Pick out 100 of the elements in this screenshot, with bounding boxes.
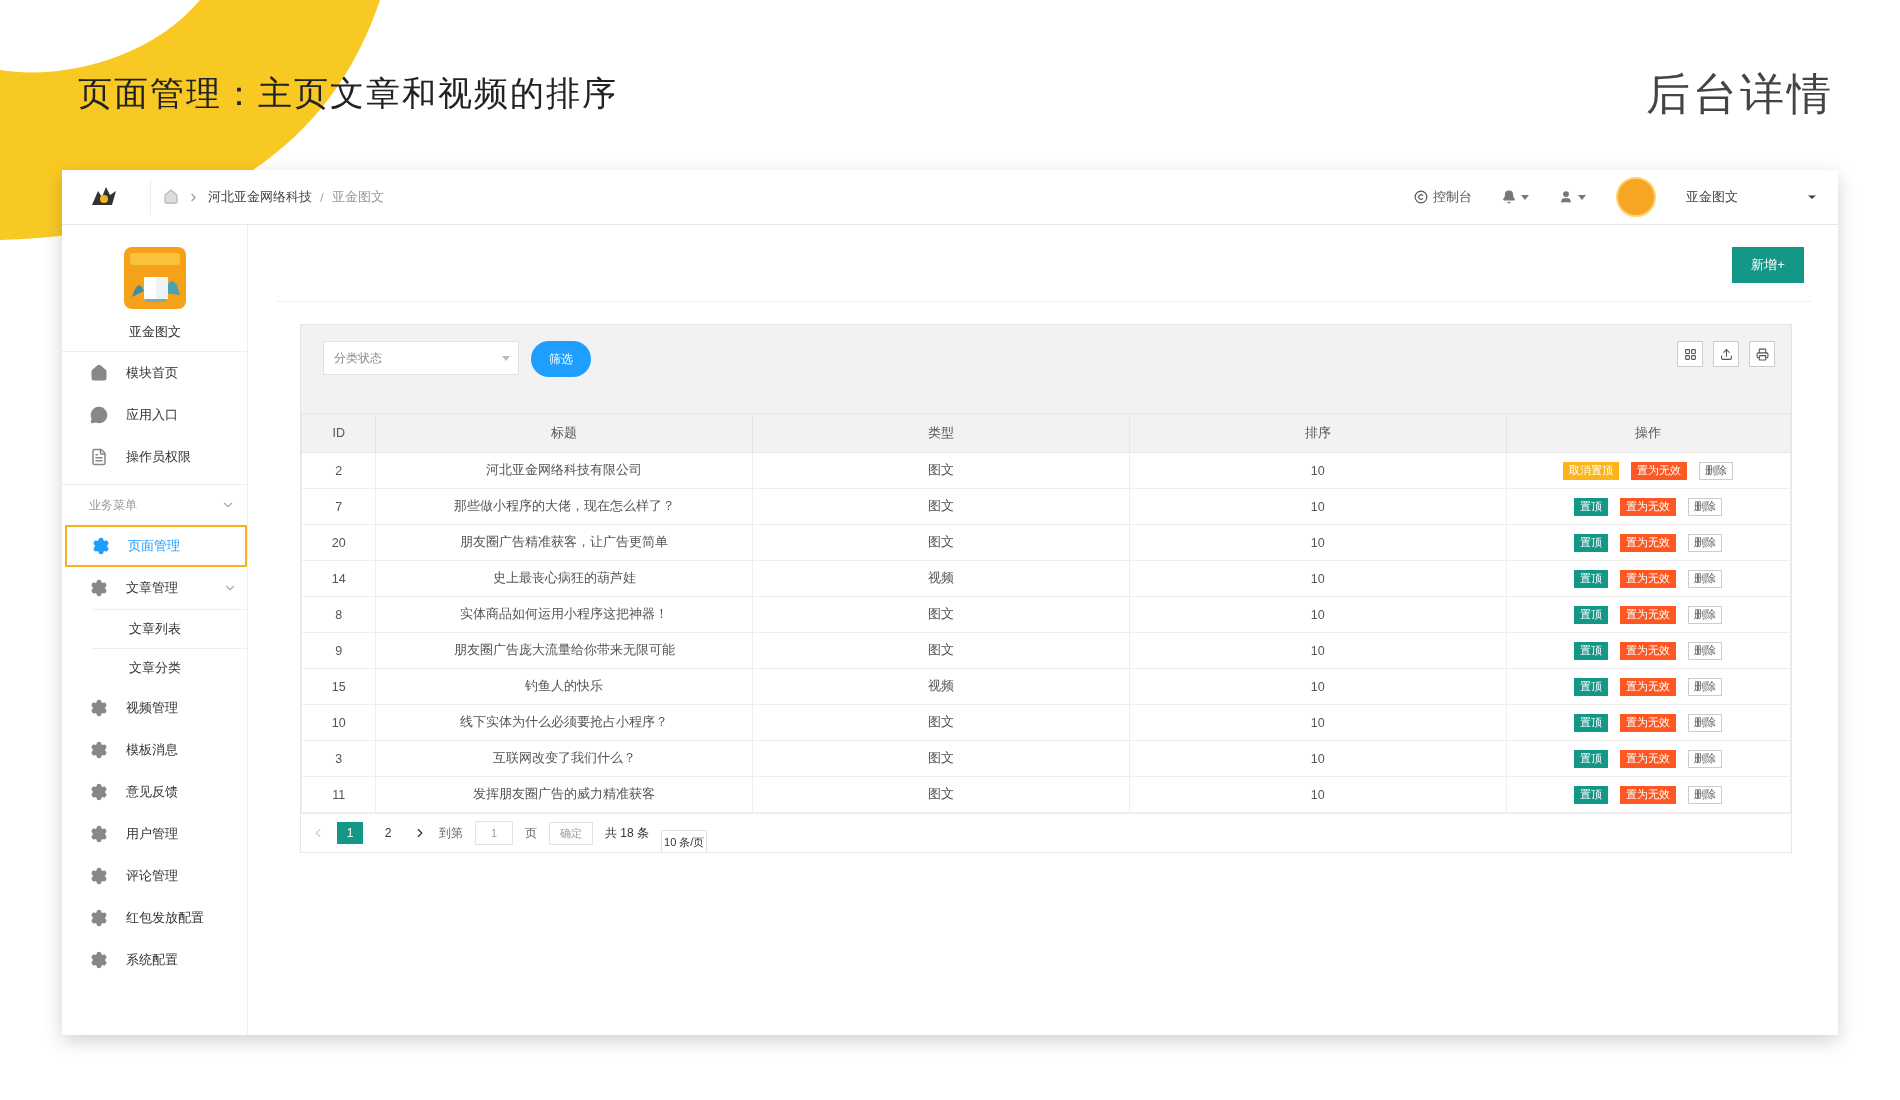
sidebar-label: 文章管理 [126, 579, 179, 597]
delete-button[interactable]: 删除 [1688, 785, 1723, 804]
page-button[interactable]: 1 [337, 822, 363, 844]
pin-button[interactable]: 置顶 [1574, 533, 1609, 552]
gear-icon [90, 867, 108, 885]
gear-icon [90, 951, 108, 969]
table-cell: 10 [1129, 668, 1507, 705]
column-header: 操作 [1506, 413, 1791, 453]
sidebar-label: 评论管理 [126, 867, 179, 885]
category-select[interactable]: 分类状态 [323, 341, 519, 375]
user-icon[interactable] [1559, 190, 1573, 204]
sidebar-label: 意见反馈 [126, 783, 179, 801]
invalidate-button[interactable]: 置为无效 [1620, 497, 1677, 516]
table-cell: 7 [301, 488, 376, 525]
table-cell: 15 [301, 668, 376, 705]
sidebar-item[interactable]: 用户管理 [62, 813, 247, 855]
console-link[interactable]: 控制台 [1433, 188, 1472, 206]
pin-button[interactable]: 置顶 [1574, 641, 1609, 660]
pin-button[interactable]: 置顶 [1574, 569, 1609, 588]
sidebar-label: 系统配置 [126, 951, 179, 969]
invalidate-button[interactable]: 置为无效 [1620, 785, 1677, 804]
table-cell: 10 [1129, 704, 1507, 741]
table-cell: 那些做小程序的大佬，现在怎么样了？ [375, 488, 753, 525]
sidebar-item[interactable]: 页面管理 [65, 525, 247, 567]
table-cell: 钓鱼人的快乐 [375, 668, 753, 705]
invalidate-button[interactable]: 置为无效 [1631, 461, 1688, 480]
table-cell: 线下实体为什么必须要抢占小程序？ [375, 704, 753, 741]
columns-icon[interactable] [1677, 341, 1703, 367]
section-header[interactable]: 业务菜单 [62, 484, 247, 525]
table-cell: 视频 [752, 668, 1130, 705]
gear-icon [90, 741, 108, 759]
user-name[interactable]: 亚金图文 [1686, 188, 1776, 206]
sidebar-item[interactable]: 意见反馈 [62, 771, 247, 813]
delete-button[interactable]: 删除 [1688, 533, 1723, 552]
slide-heading: 页面管理：主页文章和视频的排序 [78, 73, 618, 114]
table-cell: 图文 [752, 632, 1130, 669]
sidebar-subitem[interactable]: 文章分类 [92, 648, 247, 687]
column-header: 标题 [375, 413, 753, 453]
sidebar-label: 页面管理 [128, 537, 181, 555]
bell-icon[interactable] [1502, 190, 1516, 204]
sidebar-item[interactable]: 模块首页 [62, 352, 247, 394]
breadcrumb-link[interactable]: 亚金图文 [331, 188, 384, 206]
table-cell: 图文 [752, 776, 1130, 813]
invalidate-button[interactable]: 置为无效 [1620, 713, 1677, 732]
delete-button[interactable]: 删除 [1688, 605, 1723, 624]
table-cell: 14 [301, 560, 376, 597]
document-icon [90, 448, 108, 466]
print-icon[interactable] [1749, 341, 1775, 367]
column-header: 排序 [1129, 413, 1507, 453]
page-unit: 页 [525, 824, 537, 842]
home-icon [90, 364, 108, 382]
pin-button[interactable]: 置顶 [1574, 497, 1609, 516]
invalidate-button[interactable]: 置为无效 [1620, 641, 1677, 660]
delete-button[interactable]: 删除 [1688, 641, 1723, 660]
invalidate-button[interactable]: 置为无效 [1620, 605, 1677, 624]
table-cell: 河北亚金网络科技有限公司 [375, 452, 753, 489]
page-size-select[interactable]: 10 条/页 [661, 830, 708, 852]
delete-button[interactable]: 删除 [1688, 713, 1723, 732]
pin-button[interactable]: 置顶 [1574, 785, 1609, 804]
delete-button[interactable]: 删除 [1688, 497, 1723, 516]
console-icon[interactable] [1414, 190, 1428, 204]
sidebar-subitem[interactable]: 文章列表 [92, 609, 247, 648]
table-cell: 20 [301, 524, 376, 561]
page-button[interactable]: 2 [375, 822, 401, 844]
sidebar-item[interactable]: 视频管理 [62, 687, 247, 729]
sidebar-item[interactable]: 模板消息 [62, 729, 247, 771]
total-count: 共 18 条 [605, 824, 649, 842]
breadcrumb-link[interactable]: 河北亚金网络科技 [208, 188, 312, 206]
table-cell: 9 [301, 632, 376, 669]
invalidate-button[interactable]: 置为无效 [1620, 677, 1677, 696]
sidebar-item[interactable]: 红包发放配置 [62, 897, 247, 939]
page-input[interactable]: 1 [475, 821, 513, 845]
pin-button[interactable]: 置顶 [1574, 749, 1609, 768]
sidebar-item[interactable]: 系统配置 [62, 939, 247, 981]
table-cell: 2 [301, 452, 376, 489]
sidebar-item[interactable]: 应用入口 [62, 394, 247, 436]
pin-button[interactable]: 置顶 [1574, 713, 1609, 732]
app-name: 亚金图文 [128, 323, 181, 341]
table-cell: 10 [1129, 740, 1507, 777]
pin-button[interactable]: 置顶 [1574, 677, 1609, 696]
pin-button[interactable]: 置顶 [1574, 605, 1609, 624]
delete-button[interactable]: 删除 [1688, 569, 1723, 588]
invalidate-button[interactable]: 置为无效 [1620, 533, 1677, 552]
sidebar-item[interactable]: 评论管理 [62, 855, 247, 897]
invalidate-button[interactable]: 置为无效 [1620, 749, 1677, 768]
invalidate-button[interactable]: 置为无效 [1620, 569, 1677, 588]
table-cell: 10 [1129, 488, 1507, 525]
delete-button[interactable]: 删除 [1688, 677, 1723, 696]
table-cell: 图文 [752, 740, 1130, 777]
confirm-button[interactable]: 确定 [549, 821, 593, 845]
sidebar-item[interactable]: 文章管理 [62, 567, 247, 609]
delete-button[interactable]: 删除 [1688, 749, 1723, 768]
sidebar-item[interactable]: 操作员权限 [62, 436, 247, 478]
export-icon[interactable] [1713, 341, 1739, 367]
filter-button[interactable]: 筛选 [531, 341, 591, 377]
column-header: 类型 [752, 413, 1130, 453]
add-button[interactable]: 新增+ [1732, 247, 1804, 283]
gear-icon [90, 909, 108, 927]
delete-button[interactable]: 删除 [1699, 461, 1734, 480]
gear-icon [90, 783, 108, 801]
